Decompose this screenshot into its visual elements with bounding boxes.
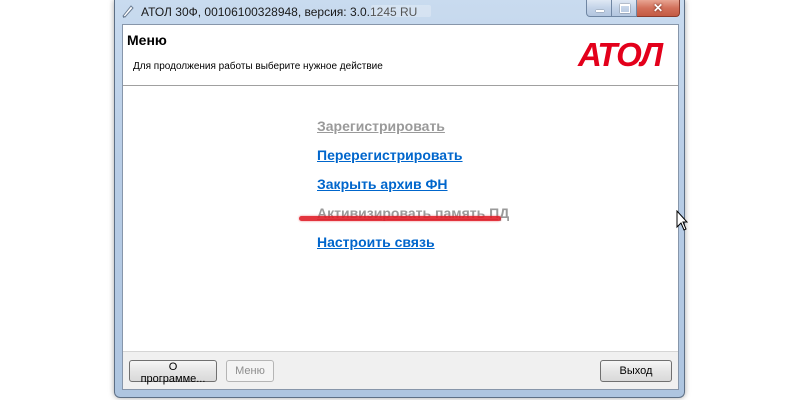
about-button[interactable]: О программе... bbox=[129, 360, 217, 385]
menu-item-configure-connection[interactable]: Настроить связь bbox=[317, 232, 509, 261]
app-icon bbox=[122, 5, 134, 18]
menu-item-reregister[interactable]: Перерегистрировать bbox=[317, 145, 509, 174]
maximize-icon bbox=[620, 4, 630, 13]
header-panel: Меню Для продолжения работы выберите нуж… bbox=[123, 25, 678, 86]
mouse-cursor-icon bbox=[676, 210, 688, 231]
svg-text:АТОЛ: АТОЛ bbox=[577, 37, 664, 71]
close-button[interactable]: ✕ bbox=[637, 0, 680, 17]
app-window: АТОЛ 30Ф, 00106100328948, версия: 3.0.12… bbox=[114, 0, 685, 398]
footer-bar: О программе... Меню Выход bbox=[123, 351, 678, 389]
menu-item-close-fn-archive[interactable]: Закрыть архив ФН bbox=[317, 174, 509, 203]
maximize-button[interactable] bbox=[612, 0, 637, 17]
minimize-button[interactable] bbox=[586, 0, 612, 17]
menu-list: Зарегистрировать Перерегистрировать Закр… bbox=[317, 116, 509, 261]
title-decoration bbox=[371, 5, 431, 17]
atol-logo: АТОЛ bbox=[577, 37, 665, 71]
menu-button: Меню bbox=[226, 360, 274, 382]
close-icon: ✕ bbox=[652, 1, 664, 15]
highlight-underline bbox=[299, 216, 501, 221]
page-title: Меню bbox=[127, 32, 167, 48]
minimize-icon bbox=[596, 10, 604, 12]
menu-item-register: Зарегистрировать bbox=[317, 118, 445, 134]
menu-content: Зарегистрировать Перерегистрировать Закр… bbox=[123, 86, 678, 353]
title-bar[interactable]: АТОЛ 30Ф, 00106100328948, версия: 3.0.12… bbox=[115, 0, 684, 24]
window-controls: ✕ bbox=[586, 0, 680, 18]
client-area: Меню Для продолжения работы выберите нуж… bbox=[122, 24, 679, 390]
exit-button[interactable]: Выход bbox=[600, 360, 672, 382]
page-subtitle: Для продолжения работы выберите нужное д… bbox=[133, 61, 383, 72]
